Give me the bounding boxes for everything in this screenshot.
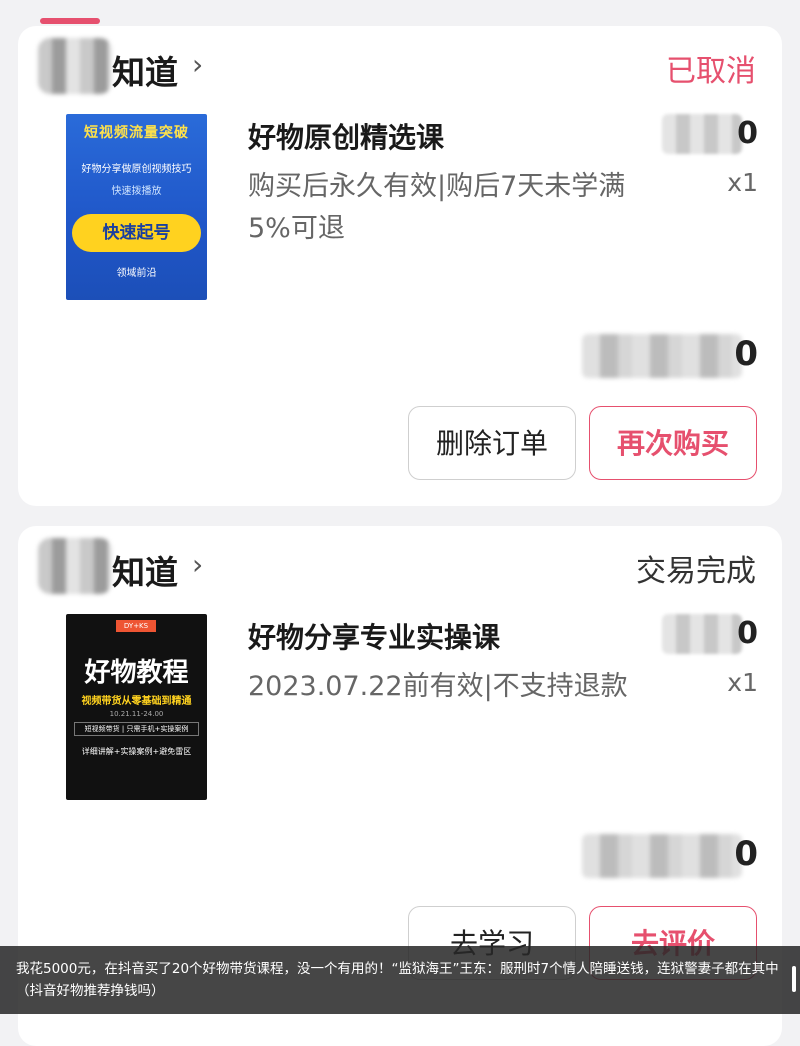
thumb-footer: 详细讲解+实操案例+避免雷区	[81, 747, 192, 756]
thumb-subtitle: 视频带货从零基础到精通	[81, 696, 192, 707]
course-title[interactable]: 好物原创精选课	[248, 116, 444, 156]
quantity: x1	[727, 168, 758, 197]
chevron-right-icon[interactable]: ›	[192, 48, 203, 81]
thumb-footer: 领域前沿	[116, 268, 157, 279]
store-avatar-blurred	[38, 38, 112, 94]
course-thumbnail[interactable]: DY+KS 好物教程 视频带货从零基础到精通 10.21.11-24.00 短视…	[66, 614, 207, 800]
thumb-subtitle-2: 快速拨播放	[111, 186, 162, 197]
course-thumbnail[interactable]: 短视频流量突破 好物分享做原创视频技巧 快速拨播放 快速起号 领域前沿	[66, 114, 207, 300]
thumb-headline: 好物教程	[84, 658, 189, 688]
delete-order-button[interactable]: 删除订单	[408, 406, 576, 480]
scrollbar[interactable]	[792, 966, 796, 992]
thumb-badges: 短视频带货 | 只需手机+实操案例	[74, 722, 199, 736]
total-price-blurred	[582, 334, 742, 378]
store-name-link[interactable]: 知道	[112, 46, 178, 94]
thumb-headline: 短视频流量突破	[84, 125, 189, 141]
order-card: 知道 › 已取消 短视频流量突破 好物分享做原创视频技巧 快速拨播放 快速起号 …	[18, 26, 782, 506]
total-price: 0	[734, 334, 758, 374]
thumb-subtitle: 好物分享做原创视频技巧	[81, 164, 192, 175]
thumb-tag: DY+KS	[116, 620, 156, 632]
total-price: 0	[734, 834, 758, 874]
thumb-pill: 快速起号	[72, 214, 201, 252]
chevron-right-icon[interactable]: ›	[192, 548, 203, 581]
course-title[interactable]: 好物分享专业实操课	[248, 616, 500, 656]
course-description: 购买后永久有效|购后7天未学满5%可退	[248, 171, 626, 244]
store-avatar-blurred	[38, 538, 112, 594]
order-status: 已取消	[666, 54, 756, 89]
order-status: 交易完成	[636, 554, 756, 589]
thumb-date: 10.21.11-24.00	[109, 710, 164, 718]
unit-price: 0	[737, 616, 758, 651]
unit-price-blurred	[662, 114, 742, 154]
unit-price: 0	[737, 116, 758, 151]
caption-overlay: 我花5000元，在抖音买了20个好物带货课程，没一个有用的！“监狱海王”王东：服…	[0, 946, 800, 1014]
course-description: 2023.07.22前有效|不支持退款	[248, 671, 628, 702]
unit-price-blurred	[662, 614, 742, 654]
buy-again-button[interactable]: 再次购买	[589, 406, 757, 480]
tab-indicator	[40, 18, 100, 24]
total-price-blurred	[582, 834, 742, 878]
store-name-link[interactable]: 知道	[112, 546, 178, 594]
quantity: x1	[727, 668, 758, 697]
